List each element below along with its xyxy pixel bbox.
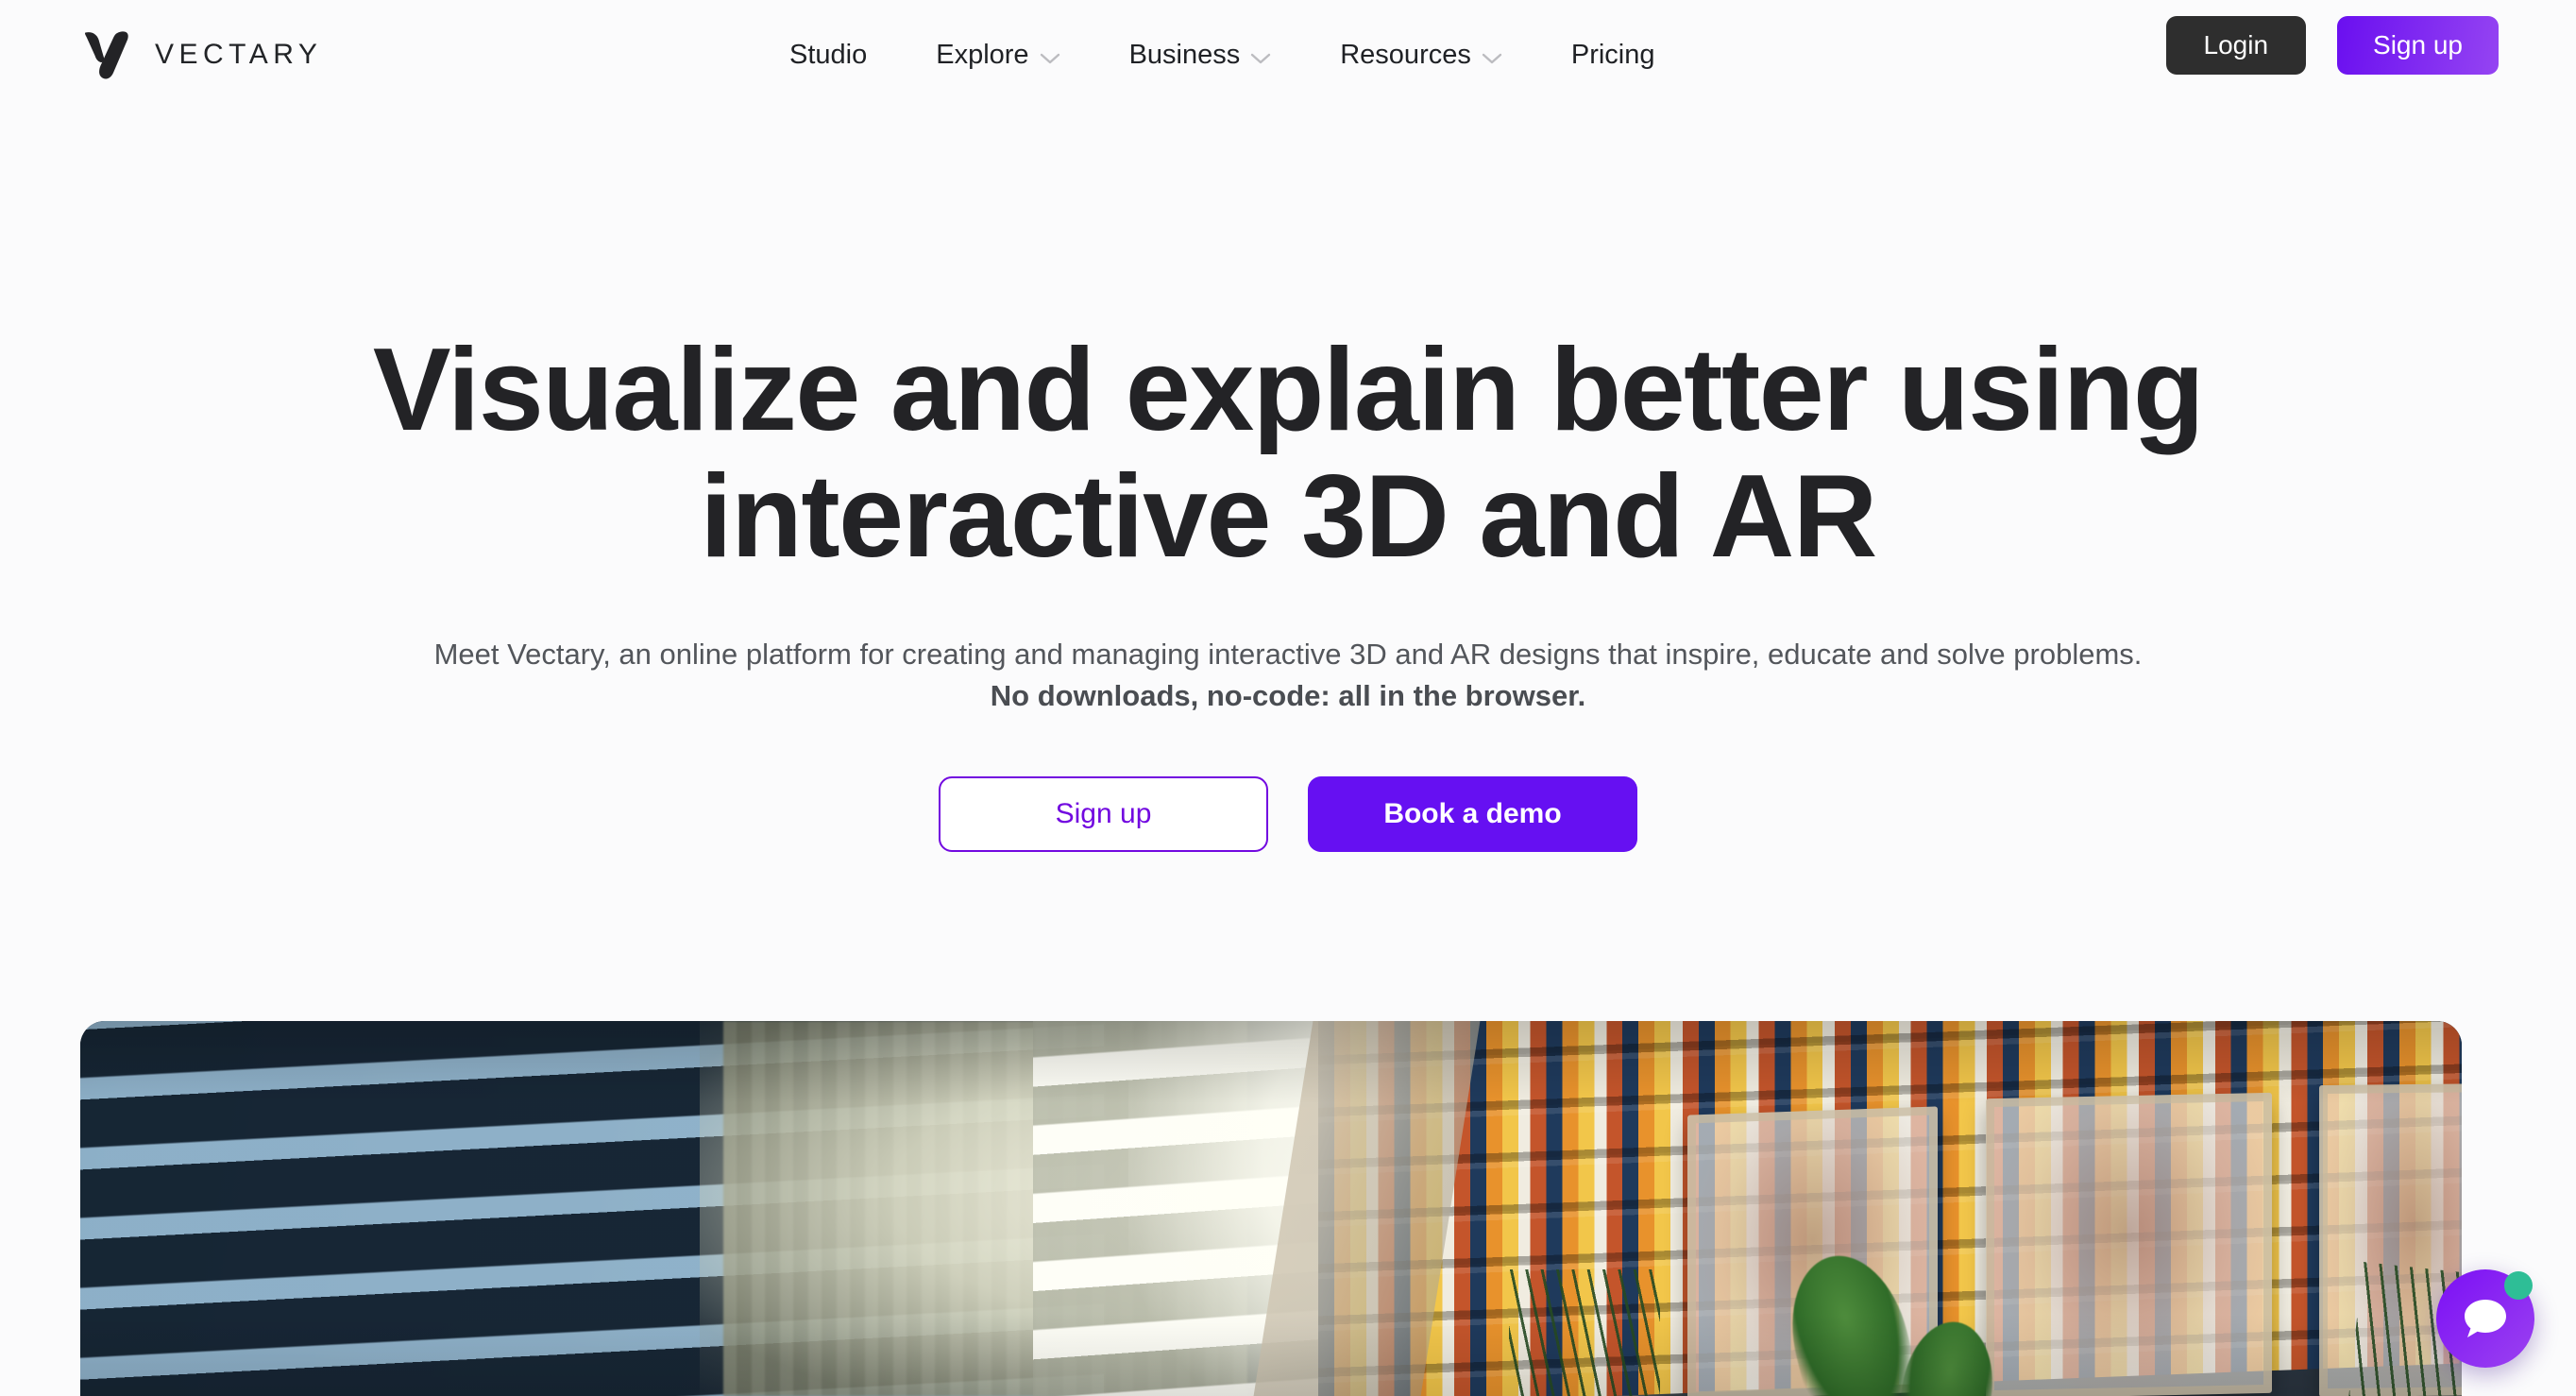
- nav-item-label: Business: [1128, 40, 1241, 70]
- page-title: Visualize and explain better using inter…: [0, 325, 2576, 582]
- hero-title-line-2: interactive 3D and AR: [700, 451, 1877, 582]
- signup-button-header[interactable]: Sign up: [2337, 16, 2499, 75]
- chat-bubble-icon: [2465, 1300, 2506, 1337]
- brand-name: VECTARY: [155, 39, 323, 70]
- nav-item-label: Explore: [936, 40, 1029, 70]
- nav-item-resources[interactable]: Resources: [1340, 34, 1502, 77]
- nav-item-studio[interactable]: Studio: [789, 34, 867, 77]
- nav-item-label: Studio: [789, 40, 868, 70]
- login-button[interactable]: Login: [2165, 16, 2307, 75]
- hero-media-image[interactable]: [80, 1021, 2462, 1396]
- nav-item-label: Resources: [1340, 40, 1471, 70]
- hero-subtitle-strong: No downloads, no-code: all in the browse…: [990, 678, 1586, 712]
- chat-widget-button[interactable]: [2436, 1269, 2534, 1368]
- chevron-down-icon: [1482, 53, 1502, 63]
- signup-button-hero[interactable]: Sign up: [939, 775, 1268, 852]
- chevron-down-icon: [1040, 53, 1059, 63]
- hero-title-line-1: Visualize and explain better using: [372, 325, 2205, 455]
- auth-actions: Login Sign up: [2165, 16, 2499, 75]
- hero-subtitle-text: Meet Vectary, an online platform for cre…: [433, 637, 2143, 671]
- nav-item-business[interactable]: Business: [1129, 34, 1272, 77]
- vectary-v-logo-icon: [84, 31, 128, 79]
- site-header: VECTARY Studio Explore Business Resource…: [0, 0, 2576, 106]
- nav-item-explore[interactable]: Explore: [936, 34, 1059, 77]
- book-a-demo-button[interactable]: Book a demo: [1308, 775, 1637, 852]
- hero-subtitle: Meet Vectary, an online platform for cre…: [0, 634, 2576, 717]
- brand-logo-link[interactable]: VECTARY: [79, 28, 322, 81]
- hero-cta-group: Sign up Book a demo: [0, 775, 2576, 852]
- nav-item-label: Pricing: [1570, 40, 1655, 70]
- media-vignette: [80, 1021, 2462, 1396]
- online-status-dot: [2504, 1271, 2533, 1300]
- hero-section: Visualize and explain better using inter…: [0, 106, 2576, 852]
- hero-media-scene: [80, 1021, 2462, 1396]
- main-navigation: Studio Explore Business Resources Pricin…: [789, 34, 1655, 77]
- chevron-down-icon: [1251, 53, 1271, 63]
- nav-item-pricing[interactable]: Pricing: [1571, 34, 1655, 77]
